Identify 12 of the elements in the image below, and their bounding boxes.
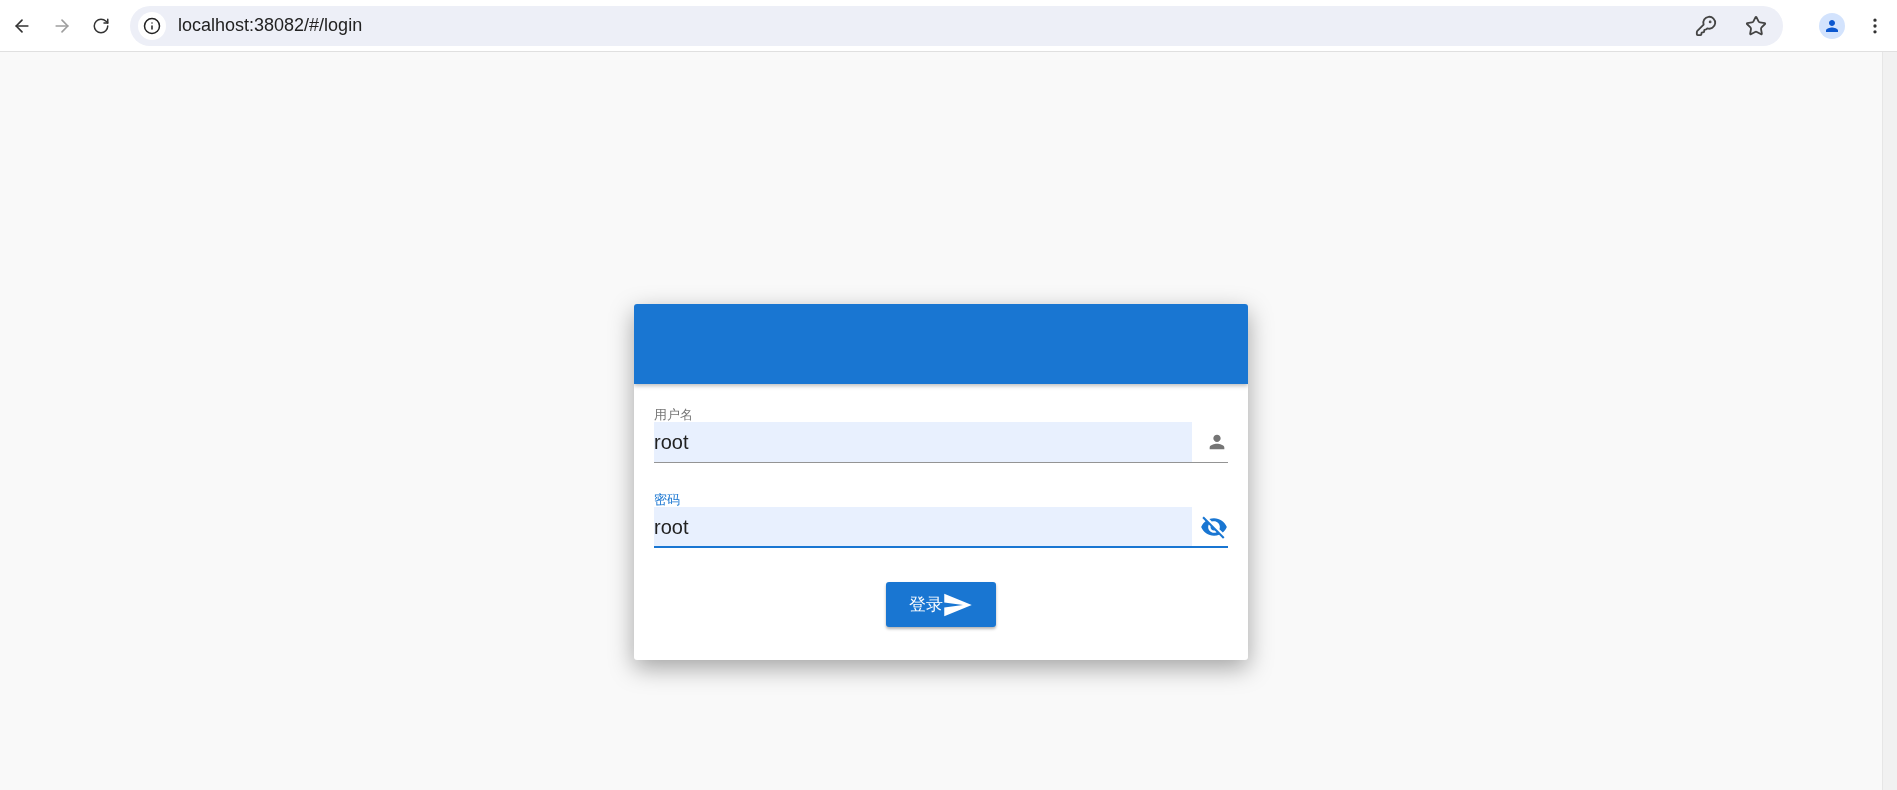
send-icon bbox=[943, 591, 973, 618]
address-bar[interactable]: localhost:38082/#/login bbox=[130, 5, 1783, 46]
bookmark-star-icon[interactable] bbox=[1745, 14, 1767, 37]
field-label: 用户名 bbox=[654, 408, 694, 422]
login-button[interactable]: 登录 bbox=[886, 582, 996, 627]
key-icon[interactable] bbox=[1695, 14, 1717, 37]
url-text: localhost:38082/#/login bbox=[178, 14, 363, 37]
info-icon[interactable] bbox=[143, 16, 161, 35]
field-label: 密码 bbox=[654, 493, 681, 507]
profile-avatar[interactable] bbox=[1819, 12, 1845, 39]
scrollbar[interactable] bbox=[1882, 52, 1897, 790]
reload-icon[interactable] bbox=[92, 16, 110, 35]
